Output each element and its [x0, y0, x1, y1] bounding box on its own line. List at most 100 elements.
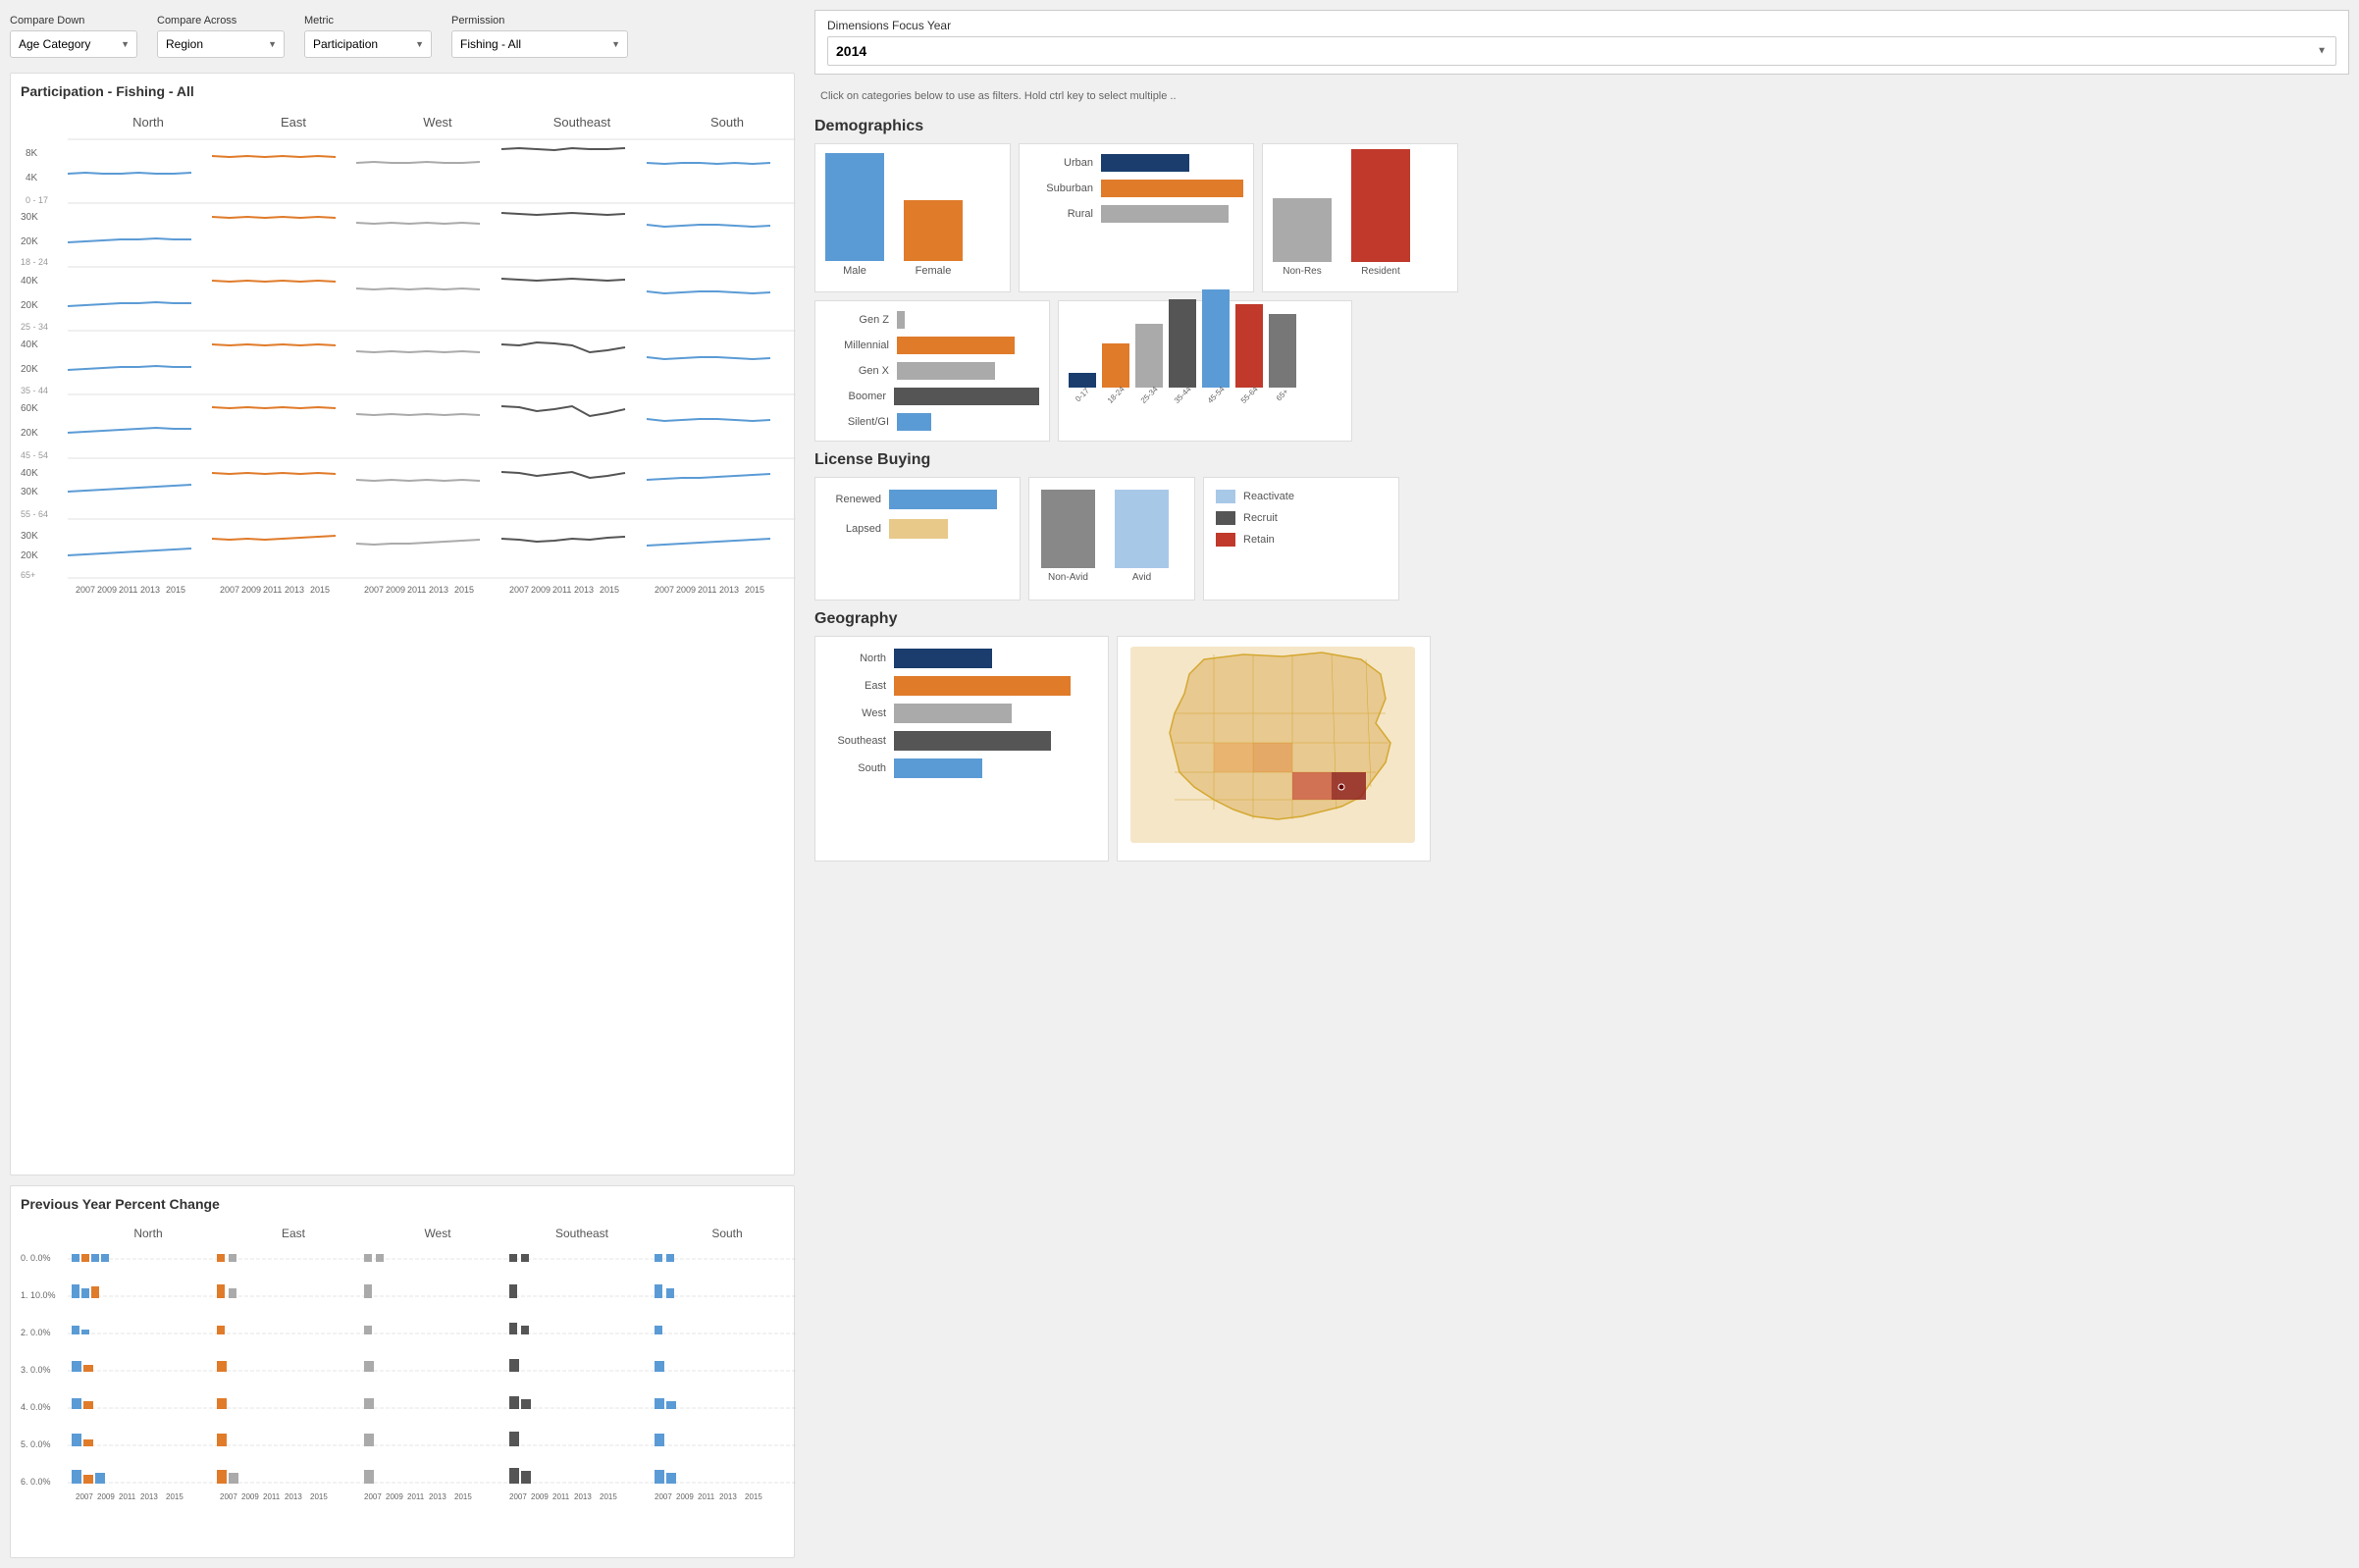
age-vert-bars: 0-17 18-24 25-34 35-44: [1069, 311, 1341, 419]
wisconsin-map-card[interactable]: [1117, 636, 1431, 862]
geography-title: Geography: [814, 610, 2349, 628]
svg-text:40K: 40K: [21, 340, 38, 350]
nonres-bar: [1273, 198, 1332, 262]
genz-label: Gen Z: [825, 314, 889, 326]
recruit-label: Recruit: [1243, 512, 1278, 524]
svg-text:55 - 64: 55 - 64: [21, 509, 48, 519]
compare-down-select[interactable]: Age Category: [10, 30, 137, 58]
svg-text:4K: 4K: [26, 173, 38, 183]
participation-panel: Participation - Fishing - All North East…: [10, 73, 795, 1176]
svg-text:2007: 2007: [509, 585, 529, 595]
genx-bar: [897, 362, 995, 380]
svg-text:30K: 30K: [21, 212, 38, 223]
north-region-bar: [894, 649, 992, 668]
lapsed-bar: [889, 519, 948, 539]
svg-text:2009: 2009: [531, 585, 550, 595]
svg-text:2013: 2013: [719, 585, 739, 595]
svg-text:2009: 2009: [97, 585, 117, 595]
lapsed-row: Lapsed: [827, 519, 1008, 539]
permission-group: Permission Fishing - All: [451, 15, 628, 58]
svg-text:2013: 2013: [574, 585, 594, 595]
svg-text:2011: 2011: [552, 1492, 570, 1501]
svg-text:0.0%: 0.0%: [30, 1365, 51, 1375]
boomer-row: Boomer: [825, 388, 1039, 405]
reactivate-label: Reactivate: [1243, 491, 1294, 502]
south-region-bar: [894, 758, 982, 778]
geography-section: Geography North East: [814, 610, 2349, 862]
east-region-row: East: [827, 676, 1096, 696]
residence-bars: Urban Suburban Rural: [1029, 154, 1243, 223]
compare-across-wrapper[interactable]: Region: [157, 30, 285, 58]
age-45-54-lbl: 45-54: [1206, 385, 1227, 405]
svg-text:2015: 2015: [454, 1492, 472, 1501]
svg-text:2007: 2007: [220, 1492, 237, 1501]
recruit-swatch: [1216, 511, 1235, 525]
southeast-region-bar: [894, 731, 1051, 751]
permission-wrapper[interactable]: Fishing - All: [451, 30, 628, 58]
renewed-label: Renewed: [827, 494, 881, 505]
age-vertical-card: 0-17 18-24 25-34 35-44: [1058, 300, 1352, 442]
retain-swatch: [1216, 533, 1235, 547]
age-25-34-lbl: 25-34: [1139, 385, 1160, 405]
west-region-row: West: [827, 704, 1096, 723]
svg-text:2015: 2015: [745, 585, 764, 595]
svg-text:East: East: [282, 1227, 306, 1240]
renewed-lapsed-card[interactable]: Renewed Lapsed: [814, 477, 1021, 601]
resident-bar: [1351, 149, 1410, 262]
compare-across-select[interactable]: Region: [157, 30, 285, 58]
avid-bar-grp: Avid: [1115, 490, 1169, 583]
suburban-row: Suburban: [1029, 180, 1243, 197]
suburban-label: Suburban: [1029, 183, 1093, 194]
female-bar: [904, 200, 963, 261]
south-region-row: South: [827, 758, 1096, 778]
region-bars-card[interactable]: North East West Southeast: [814, 636, 1109, 862]
col-east: East: [281, 115, 306, 130]
svg-text:2009: 2009: [531, 1492, 549, 1501]
svg-text:2009: 2009: [676, 1492, 694, 1501]
participation-title: Participation - Fishing - All: [21, 83, 784, 99]
svg-text:35 - 44: 35 - 44: [21, 386, 48, 395]
resident-bars: Non-Res Resident: [1273, 154, 1447, 282]
left-panel: Compare Down Age Category Compare Across…: [0, 0, 805, 1568]
license-cards-row: Renewed Lapsed Non-Avid: [814, 477, 2349, 601]
svg-text:0.0%: 0.0%: [30, 1439, 51, 1449]
age-0-17-bar: [1069, 373, 1096, 388]
svg-text:2011: 2011: [263, 585, 282, 595]
dimension-year-select[interactable]: 2014: [827, 36, 2336, 66]
py-row-4: 3. 0.0%: [21, 1359, 796, 1375]
age-row-65plus: 30K 20K 65+: [21, 531, 796, 580]
compare-down-wrapper[interactable]: Age Category: [10, 30, 137, 58]
age-row-18-24: 30K 20K 18 - 24: [21, 212, 796, 267]
compare-across-group: Compare Across Region: [157, 15, 285, 58]
svg-text:2015: 2015: [600, 585, 619, 595]
svg-text:2011: 2011: [119, 1492, 136, 1501]
py-row-3: 2. 0.0%: [21, 1323, 796, 1337]
demo-cards-row-2: Gen Z Millennial Gen X Boomer: [814, 300, 2349, 442]
rural-bar: [1101, 205, 1229, 223]
svg-text:2011: 2011: [407, 585, 426, 595]
svg-text:2015: 2015: [166, 1492, 183, 1501]
permission-select[interactable]: Fishing - All: [451, 30, 628, 58]
millennial-row: Millennial: [825, 337, 1039, 354]
boomer-bar: [894, 388, 1039, 405]
age-55-64-bar: [1235, 304, 1263, 388]
metric-wrapper[interactable]: Participation: [304, 30, 432, 58]
col-west: West: [423, 115, 452, 130]
col-north: North: [132, 115, 164, 130]
metric-select[interactable]: Participation: [304, 30, 432, 58]
svg-text:2011: 2011: [119, 585, 137, 595]
retain-card[interactable]: Reactivate Recruit Retain: [1203, 477, 1399, 601]
permission-label: Permission: [451, 15, 628, 26]
svg-text:20K: 20K: [21, 300, 38, 311]
renewed-lapsed-bars: Renewed Lapsed: [827, 490, 1008, 539]
suburban-bar: [1101, 180, 1243, 197]
female-bar-group: Female: [904, 200, 963, 277]
dimension-select-wrapper[interactable]: 2014: [827, 36, 2336, 66]
rural-label: Rural: [1029, 208, 1093, 220]
west-region-bar: [894, 704, 1012, 723]
age-18-24-bar: [1102, 343, 1129, 388]
age-35-44-lbl: 35-44: [1173, 385, 1193, 405]
urban-bar: [1101, 154, 1189, 172]
urban-row: Urban: [1029, 154, 1243, 172]
avid-card[interactable]: Non-Avid Avid: [1028, 477, 1195, 601]
